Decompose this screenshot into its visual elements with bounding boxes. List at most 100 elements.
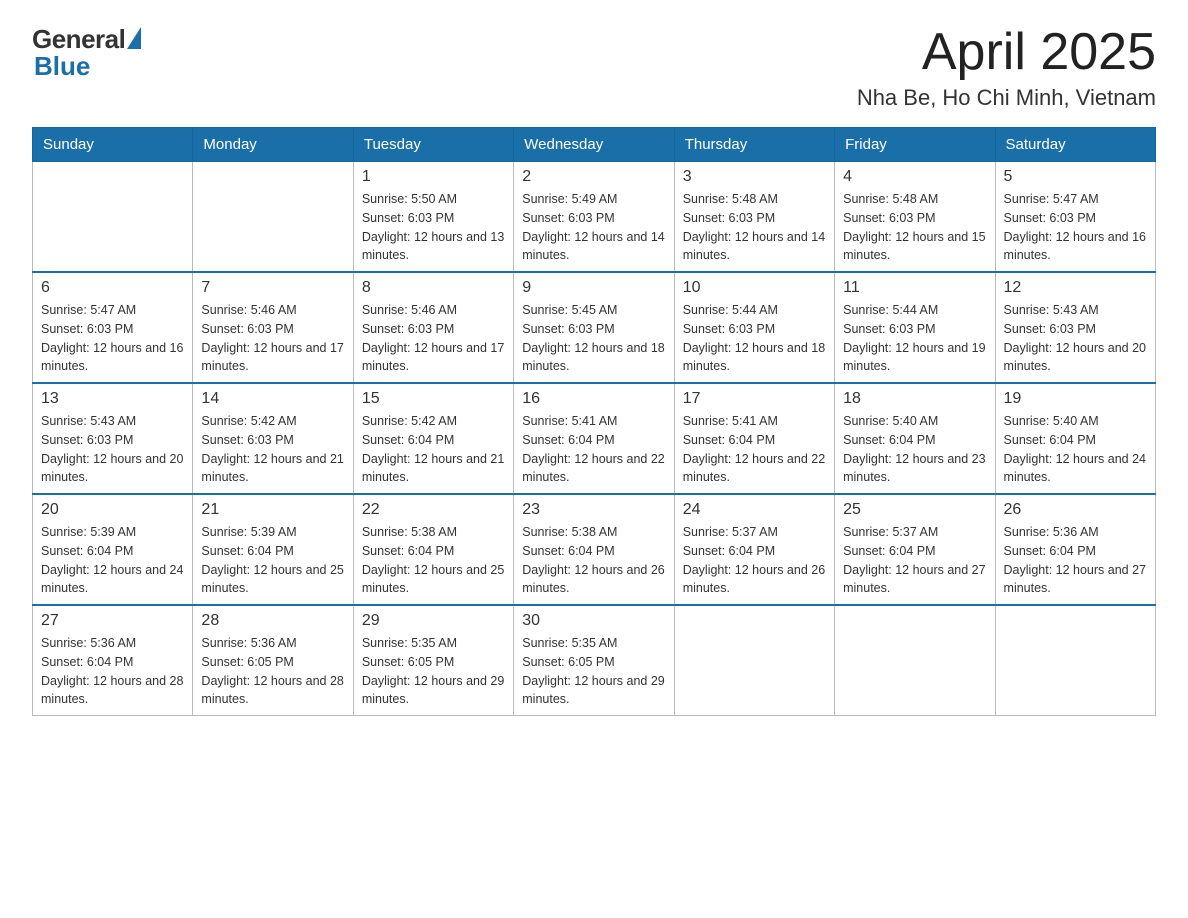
day-number: 14 — [201, 390, 344, 408]
day-info: Sunrise: 5:47 AMSunset: 6:03 PMDaylight:… — [1004, 190, 1147, 265]
day-number: 4 — [843, 168, 986, 186]
day-number: 23 — [522, 501, 665, 519]
logo-blue-text: Blue — [34, 51, 90, 82]
day-number: 20 — [41, 501, 184, 519]
calendar-day-23: 23 Sunrise: 5:38 AMSunset: 6:04 PMDayligh… — [514, 494, 674, 605]
day-number: 1 — [362, 168, 505, 186]
weekday-header-friday: Friday — [835, 128, 995, 162]
day-number: 13 — [41, 390, 184, 408]
day-info: Sunrise: 5:42 AMSunset: 6:04 PMDaylight:… — [362, 412, 505, 487]
day-number: 9 — [522, 279, 665, 297]
day-number: 22 — [362, 501, 505, 519]
calendar-day-9: 9 Sunrise: 5:45 AMSunset: 6:03 PMDaylight… — [514, 272, 674, 383]
calendar-day-7: 7 Sunrise: 5:46 AMSunset: 6:03 PMDaylight… — [193, 272, 353, 383]
day-number: 29 — [362, 612, 505, 630]
day-number: 21 — [201, 501, 344, 519]
day-info: Sunrise: 5:36 AMSunset: 6:04 PMDaylight:… — [41, 634, 184, 709]
empty-cell — [674, 605, 834, 716]
calendar-day-18: 18 Sunrise: 5:40 AMSunset: 6:04 PMDayligh… — [835, 383, 995, 494]
calendar-day-1: 1 Sunrise: 5:50 AMSunset: 6:03 PMDaylight… — [353, 162, 513, 273]
calendar-day-16: 16Sunrise: 5:41 AMSunset: 6:04 PMDayligh… — [514, 383, 674, 494]
empty-cell — [835, 605, 995, 716]
day-number: 15 — [362, 390, 505, 408]
day-info: Sunrise: 5:46 AMSunset: 6:03 PMDaylight:… — [201, 301, 344, 376]
day-number: 10 — [683, 279, 826, 297]
title-block: April 2025 Nha Be, Ho Chi Minh, Vietnam — [857, 24, 1156, 111]
day-info: Sunrise: 5:48 AMSunset: 6:03 PMDaylight:… — [843, 190, 986, 265]
day-number: 5 — [1004, 168, 1147, 186]
calendar-table: SundayMondayTuesdayWednesdayThursdayFrid… — [32, 127, 1156, 716]
calendar-day-5: 5 Sunrise: 5:47 AMSunset: 6:03 PMDaylight… — [995, 162, 1155, 273]
calendar-day-10: 10 Sunrise: 5:44 AMSunset: 6:03 PMDayligh… — [674, 272, 834, 383]
weekday-header-tuesday: Tuesday — [353, 128, 513, 162]
day-info: Sunrise: 5:39 AMSunset: 6:04 PMDaylight:… — [201, 523, 344, 598]
day-info: Sunrise: 5:49 AMSunset: 6:03 PMDaylight:… — [522, 190, 665, 265]
empty-cell — [995, 605, 1155, 716]
day-info: Sunrise: 5:45 AMSunset: 6:03 PMDaylight:… — [522, 301, 665, 376]
calendar-day-21: 21 Sunrise: 5:39 AMSunset: 6:04 PMDayligh… — [193, 494, 353, 605]
calendar-day-24: 24Sunrise: 5:37 AMSunset: 6:04 PMDayligh… — [674, 494, 834, 605]
day-number: 26 — [1004, 501, 1147, 519]
calendar-week-row: 13 Sunrise: 5:43 AMSunset: 6:03 PMDayligh… — [33, 383, 1156, 494]
calendar-week-row: 6 Sunrise: 5:47 AMSunset: 6:03 PMDaylight… — [33, 272, 1156, 383]
day-info: Sunrise: 5:41 AMSunset: 6:04 PMDaylight:… — [683, 412, 826, 487]
day-info: Sunrise: 5:43 AMSunset: 6:03 PMDaylight:… — [41, 412, 184, 487]
calendar-day-15: 15 Sunrise: 5:42 AMSunset: 6:04 PMDayligh… — [353, 383, 513, 494]
day-number: 11 — [843, 279, 986, 297]
calendar-day-26: 26 Sunrise: 5:36 AMSunset: 6:04 PMDayligh… — [995, 494, 1155, 605]
calendar-day-22: 22Sunrise: 5:38 AMSunset: 6:04 PMDayligh… — [353, 494, 513, 605]
day-info: Sunrise: 5:44 AMSunset: 6:03 PMDaylight:… — [843, 301, 986, 376]
calendar-week-row: 27 Sunrise: 5:36 AMSunset: 6:04 PMDayligh… — [33, 605, 1156, 716]
day-number: 28 — [201, 612, 344, 630]
empty-cell — [193, 162, 353, 273]
logo: General Blue — [32, 24, 141, 82]
day-number: 6 — [41, 279, 184, 297]
calendar-day-30: 30 Sunrise: 5:35 AMSunset: 6:05 PMDayligh… — [514, 605, 674, 716]
day-info: Sunrise: 5:48 AMSunset: 6:03 PMDaylight:… — [683, 190, 826, 265]
day-info: Sunrise: 5:35 AMSunset: 6:05 PMDaylight:… — [362, 634, 505, 709]
day-number: 12 — [1004, 279, 1147, 297]
day-number: 2 — [522, 168, 665, 186]
page-header: General Blue April 2025 Nha Be, Ho Chi M… — [32, 24, 1156, 111]
day-info: Sunrise: 5:40 AMSunset: 6:04 PMDaylight:… — [1004, 412, 1147, 487]
day-info: Sunrise: 5:44 AMSunset: 6:03 PMDaylight:… — [683, 301, 826, 376]
calendar-day-8: 8Sunrise: 5:46 AMSunset: 6:03 PMDaylight… — [353, 272, 513, 383]
calendar-day-6: 6 Sunrise: 5:47 AMSunset: 6:03 PMDaylight… — [33, 272, 193, 383]
day-info: Sunrise: 5:37 AMSunset: 6:04 PMDaylight:… — [843, 523, 986, 598]
calendar-week-row: 20 Sunrise: 5:39 AMSunset: 6:04 PMDayligh… — [33, 494, 1156, 605]
day-info: Sunrise: 5:37 AMSunset: 6:04 PMDaylight:… — [683, 523, 826, 598]
calendar-header-row: SundayMondayTuesdayWednesdayThursdayFrid… — [33, 128, 1156, 162]
day-number: 30 — [522, 612, 665, 630]
day-info: Sunrise: 5:46 AMSunset: 6:03 PMDaylight:… — [362, 301, 505, 376]
logo-triangle-icon — [127, 27, 141, 49]
calendar-day-4: 4 Sunrise: 5:48 AMSunset: 6:03 PMDaylight… — [835, 162, 995, 273]
day-number: 19 — [1004, 390, 1147, 408]
day-info: Sunrise: 5:43 AMSunset: 6:03 PMDaylight:… — [1004, 301, 1147, 376]
weekday-header-sunday: Sunday — [33, 128, 193, 162]
day-info: Sunrise: 5:42 AMSunset: 6:03 PMDaylight:… — [201, 412, 344, 487]
empty-cell — [33, 162, 193, 273]
location-title: Nha Be, Ho Chi Minh, Vietnam — [857, 85, 1156, 111]
calendar-day-25: 25Sunrise: 5:37 AMSunset: 6:04 PMDayligh… — [835, 494, 995, 605]
day-info: Sunrise: 5:38 AMSunset: 6:04 PMDaylight:… — [522, 523, 665, 598]
weekday-header-saturday: Saturday — [995, 128, 1155, 162]
day-info: Sunrise: 5:40 AMSunset: 6:04 PMDaylight:… — [843, 412, 986, 487]
day-info: Sunrise: 5:47 AMSunset: 6:03 PMDaylight:… — [41, 301, 184, 376]
calendar-day-19: 19 Sunrise: 5:40 AMSunset: 6:04 PMDayligh… — [995, 383, 1155, 494]
day-info: Sunrise: 5:50 AMSunset: 6:03 PMDaylight:… — [362, 190, 505, 265]
day-info: Sunrise: 5:36 AMSunset: 6:04 PMDaylight:… — [1004, 523, 1147, 598]
weekday-header-wednesday: Wednesday — [514, 128, 674, 162]
day-info: Sunrise: 5:35 AMSunset: 6:05 PMDaylight:… — [522, 634, 665, 709]
day-number: 17 — [683, 390, 826, 408]
calendar-week-row: 1 Sunrise: 5:50 AMSunset: 6:03 PMDaylight… — [33, 162, 1156, 273]
calendar-day-3: 3 Sunrise: 5:48 AMSunset: 6:03 PMDaylight… — [674, 162, 834, 273]
calendar-day-28: 28Sunrise: 5:36 AMSunset: 6:05 PMDayligh… — [193, 605, 353, 716]
calendar-day-29: 29 Sunrise: 5:35 AMSunset: 6:05 PMDayligh… — [353, 605, 513, 716]
day-number: 27 — [41, 612, 184, 630]
day-info: Sunrise: 5:41 AMSunset: 6:04 PMDaylight:… — [522, 412, 665, 487]
day-number: 7 — [201, 279, 344, 297]
calendar-day-13: 13 Sunrise: 5:43 AMSunset: 6:03 PMDayligh… — [33, 383, 193, 494]
day-number: 3 — [683, 168, 826, 186]
calendar-day-14: 14 Sunrise: 5:42 AMSunset: 6:03 PMDayligh… — [193, 383, 353, 494]
day-number: 18 — [843, 390, 986, 408]
